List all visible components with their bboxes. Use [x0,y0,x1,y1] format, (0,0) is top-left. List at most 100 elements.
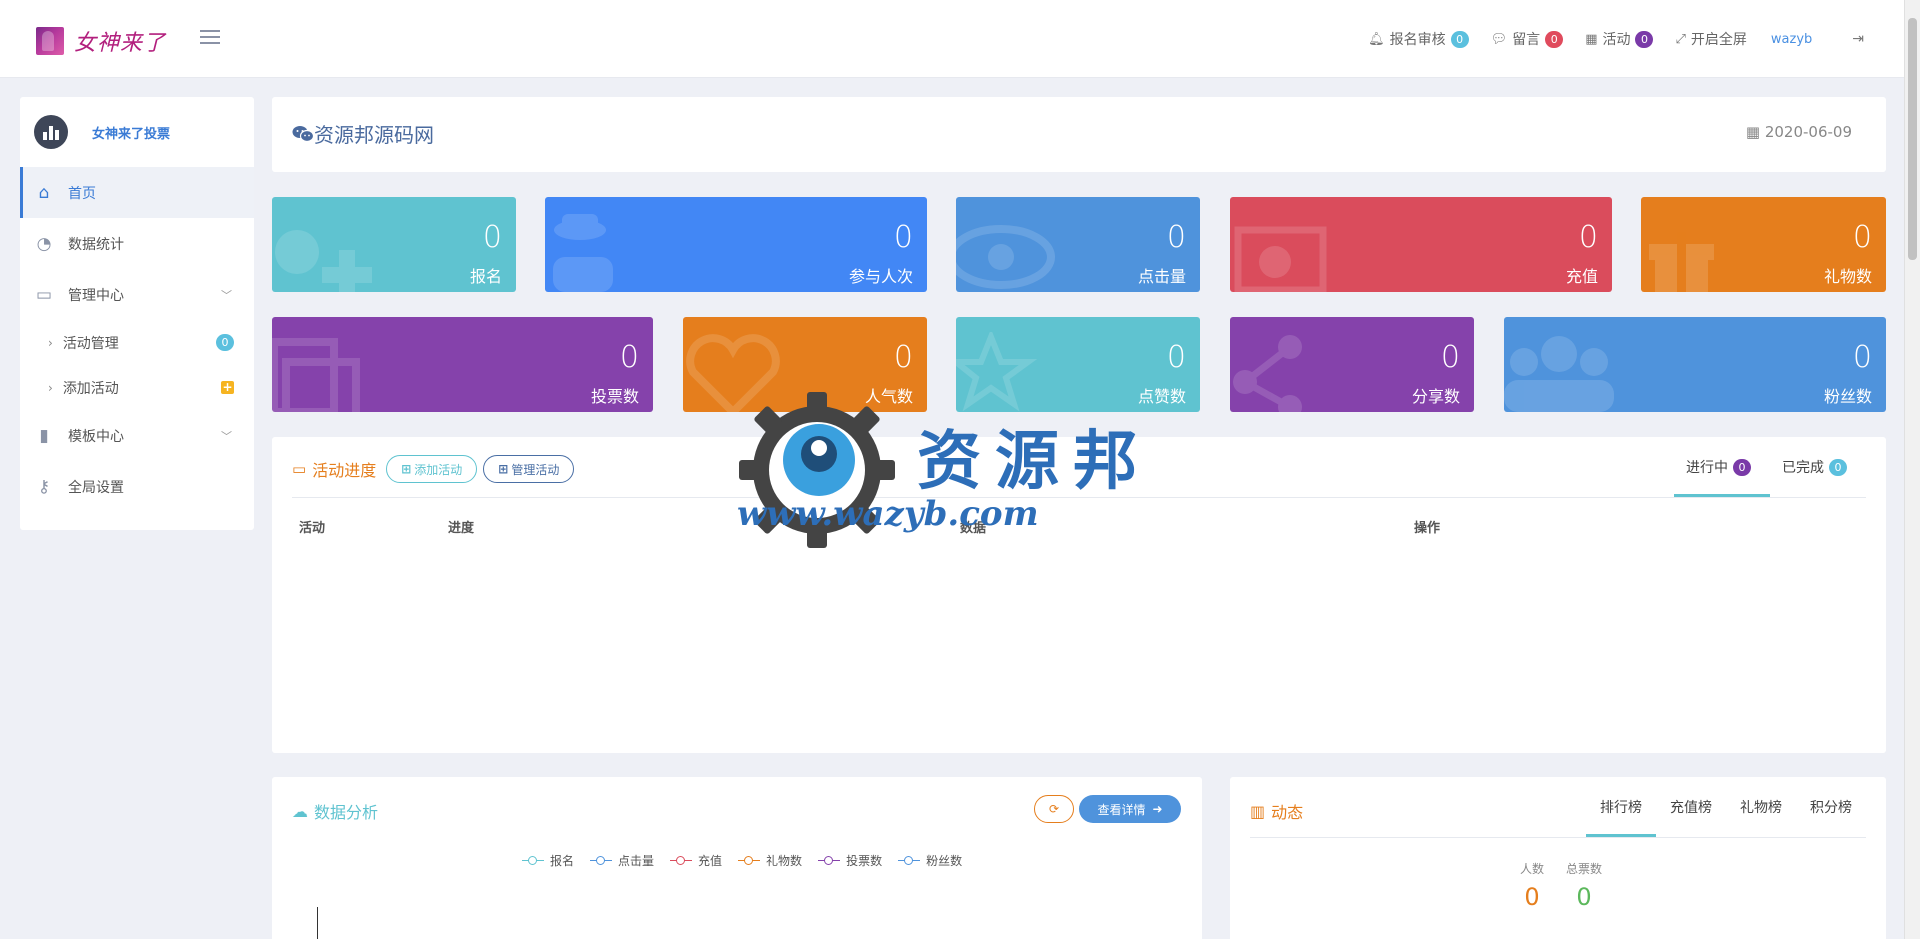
legend-item[interactable]: 报名 [522,852,574,869]
comment-icon: 💬︎ [1490,31,1508,47]
refresh-icon: ⟳ [1048,802,1060,816]
gift-icon [1649,232,1714,292]
signup-review-badge: 0 [1450,30,1469,48]
watermark: 资源邦 www.wazyb.com [737,390,1187,550]
plus-square-icon: + [221,380,234,394]
plus-square-icon: ⊞ [498,462,509,476]
messages-link[interactable]: 💬︎ 留言 0 [1491,29,1564,49]
watermark-title: 资源邦 [917,424,1151,499]
scrollbar-thumb[interactable] [1908,18,1917,260]
activity-management-badge: 0 [216,334,234,351]
sidebar-item-settings[interactable]: ⚷ 全局设置 [20,461,254,512]
copy-icon [272,338,360,412]
fullscreen-icon: ⤢ [1675,31,1686,47]
top-header: 女神来了 🔔︎ 报名审核 0 💬︎ 留言 0 ▦ 活动 0 ⤢ 开启全屏 waz… [0,0,1904,78]
activity-tabs: 进行中 0 已完成 0 [1674,437,1859,497]
user-name[interactable]: wazyb [1771,32,1812,47]
manage-activity-button[interactable]: ⊞ 管理活动 [483,455,575,483]
stat-card-shares[interactable]: 0 分享数 [1230,317,1474,412]
people-count-stat: 人数 0 [1520,862,1545,911]
stat-card-gifts[interactable]: 0 礼物数 [1641,197,1886,292]
chart-legend: 报名 点击量 充值 礼物数 投票数 粉丝数 [522,852,978,869]
legend-item[interactable]: 点击量 [590,852,654,869]
eye-icon [956,225,1055,289]
sidebar: 女神来了投票 ⌂ 首页 ◔ 数据统计 ▭ 管理中心 ﹀ › 活动管理 0 › 添… [20,97,254,530]
user-plus-icon [275,230,372,292]
legend-marker [522,855,544,866]
legend-item[interactable]: 充值 [670,852,722,869]
sidebar-item-activity-management[interactable]: › 活动管理 0 [20,320,254,365]
refresh-button[interactable]: ⟳ [1034,795,1074,823]
tab-points-ranking[interactable]: 积分榜 [1796,777,1866,837]
tab-recharge-ranking[interactable]: 充值榜 [1656,777,1726,837]
wechat-icon [292,125,314,142]
stat-card-votes[interactable]: 0 投票数 [272,317,653,412]
stat-card-clicks[interactable]: 0 点击量 [956,197,1200,292]
activity-badge: 0 [1635,30,1654,48]
brand-chart-icon [34,115,68,149]
dynamic-panel-title: ▥ 动态 [1250,801,1304,823]
tab-in-progress[interactable]: 进行中 0 [1674,437,1770,497]
view-details-button[interactable]: 查看详情 ➜ [1079,795,1181,823]
app-logo[interactable]: 女神来了 [36,25,166,57]
chevron-right-icon: › [48,335,53,350]
sidebar-item-templates[interactable]: ▮ 模板中心 ﹀ [20,410,254,461]
tab-completed[interactable]: 已完成 0 [1770,437,1859,497]
sidebar-brand: 女神来了投票 [20,97,254,167]
title-panel: 资源邦源码网 ▦ 2020-06-09 [272,97,1886,172]
arrow-circle-right-icon: ➜ [1152,802,1163,816]
dynamic-stats: 人数 0 总票数 0 [1520,860,1624,911]
brand-name: 女神来了投票 [92,126,171,142]
fullscreen-toggle[interactable]: ⤢ 开启全屏 [1675,29,1746,49]
logout-icon[interactable]: ⇥ [1852,31,1864,47]
analysis-panel-title: ☁ 数据分析 [292,801,379,823]
share-icon [1233,335,1302,412]
total-votes-stat: 总票数 0 [1566,862,1603,911]
legend-marker [818,855,841,866]
column-header-activity: 活动 [299,521,326,536]
stat-card-participants[interactable]: 0 参与人次 [545,197,927,292]
legend-item[interactable]: 投票数 [818,852,882,869]
tab-gift-ranking[interactable]: 礼物榜 [1726,777,1796,837]
legend-marker [898,855,921,866]
key-icon: ⚷ [37,476,51,497]
stat-card-recharge[interactable]: 0 充值 [1230,197,1612,292]
analysis-panel-header: ☁ 数据分析 [292,799,378,823]
bell-icon: 🔔︎ [1368,31,1385,47]
chevron-right-icon: › [48,380,53,395]
home-icon: ⌂ [38,182,50,203]
activity-link[interactable]: ▦ 活动 0 [1585,29,1654,49]
sidebar-item-statistics[interactable]: ◔ 数据统计 [20,218,254,269]
monitor-icon: ▭ [292,460,307,478]
plus-square-icon: ⊞ [401,462,412,476]
tab-ranking[interactable]: 排行榜 [1586,777,1656,837]
file-icon: ▮ [39,425,49,446]
add-activity-button[interactable]: ⊞ 添加活动 [386,455,478,483]
legend-item[interactable]: 粉丝数 [898,852,962,869]
sidebar-item-management[interactable]: ▭ 管理中心 ﹀ [20,269,254,320]
stat-card-fans[interactable]: 0 粉丝数 [1504,317,1886,412]
menu-toggle-icon[interactable] [200,30,220,48]
messages-badge: 0 [1545,30,1564,48]
sidebar-item-home[interactable]: ⌂ 首页 [20,167,254,218]
legend-marker [670,855,693,866]
ranking-tabs: 排行榜 充值榜 礼物榜 积分榜 [1586,777,1866,837]
activity-panel-header: ▭ 活动进度 ⊞ 添加活动 ⊞ 管理活动 [292,455,575,483]
page-scrollbar[interactable] [1904,0,1920,939]
users-icon [1504,336,1614,412]
completed-badge: 0 [1829,458,1847,476]
chart-y-axis [317,907,318,939]
legend-marker [590,855,613,866]
signup-review-link[interactable]: 🔔︎ 报名审核 0 [1368,29,1469,49]
activity-panel-title: ▭ 活动进度 [292,460,377,480]
legend-item[interactable]: 礼物数 [738,852,802,869]
sidebar-item-add-activity[interactable]: › 添加活动 + [20,365,254,410]
legend-marker [738,855,761,866]
calendar-icon: ▦ [1585,31,1598,47]
cloud-download-icon: ☁ [292,801,308,821]
bar-chart-icon: ▥ [1250,801,1266,821]
in-progress-badge: 0 [1733,458,1751,476]
dynamic-panel-header: ▥ 动态 [1250,799,1303,823]
stat-card-signup[interactable]: 0 报名 [272,197,516,292]
watermark-url: www.wazyb.com [737,494,1039,534]
